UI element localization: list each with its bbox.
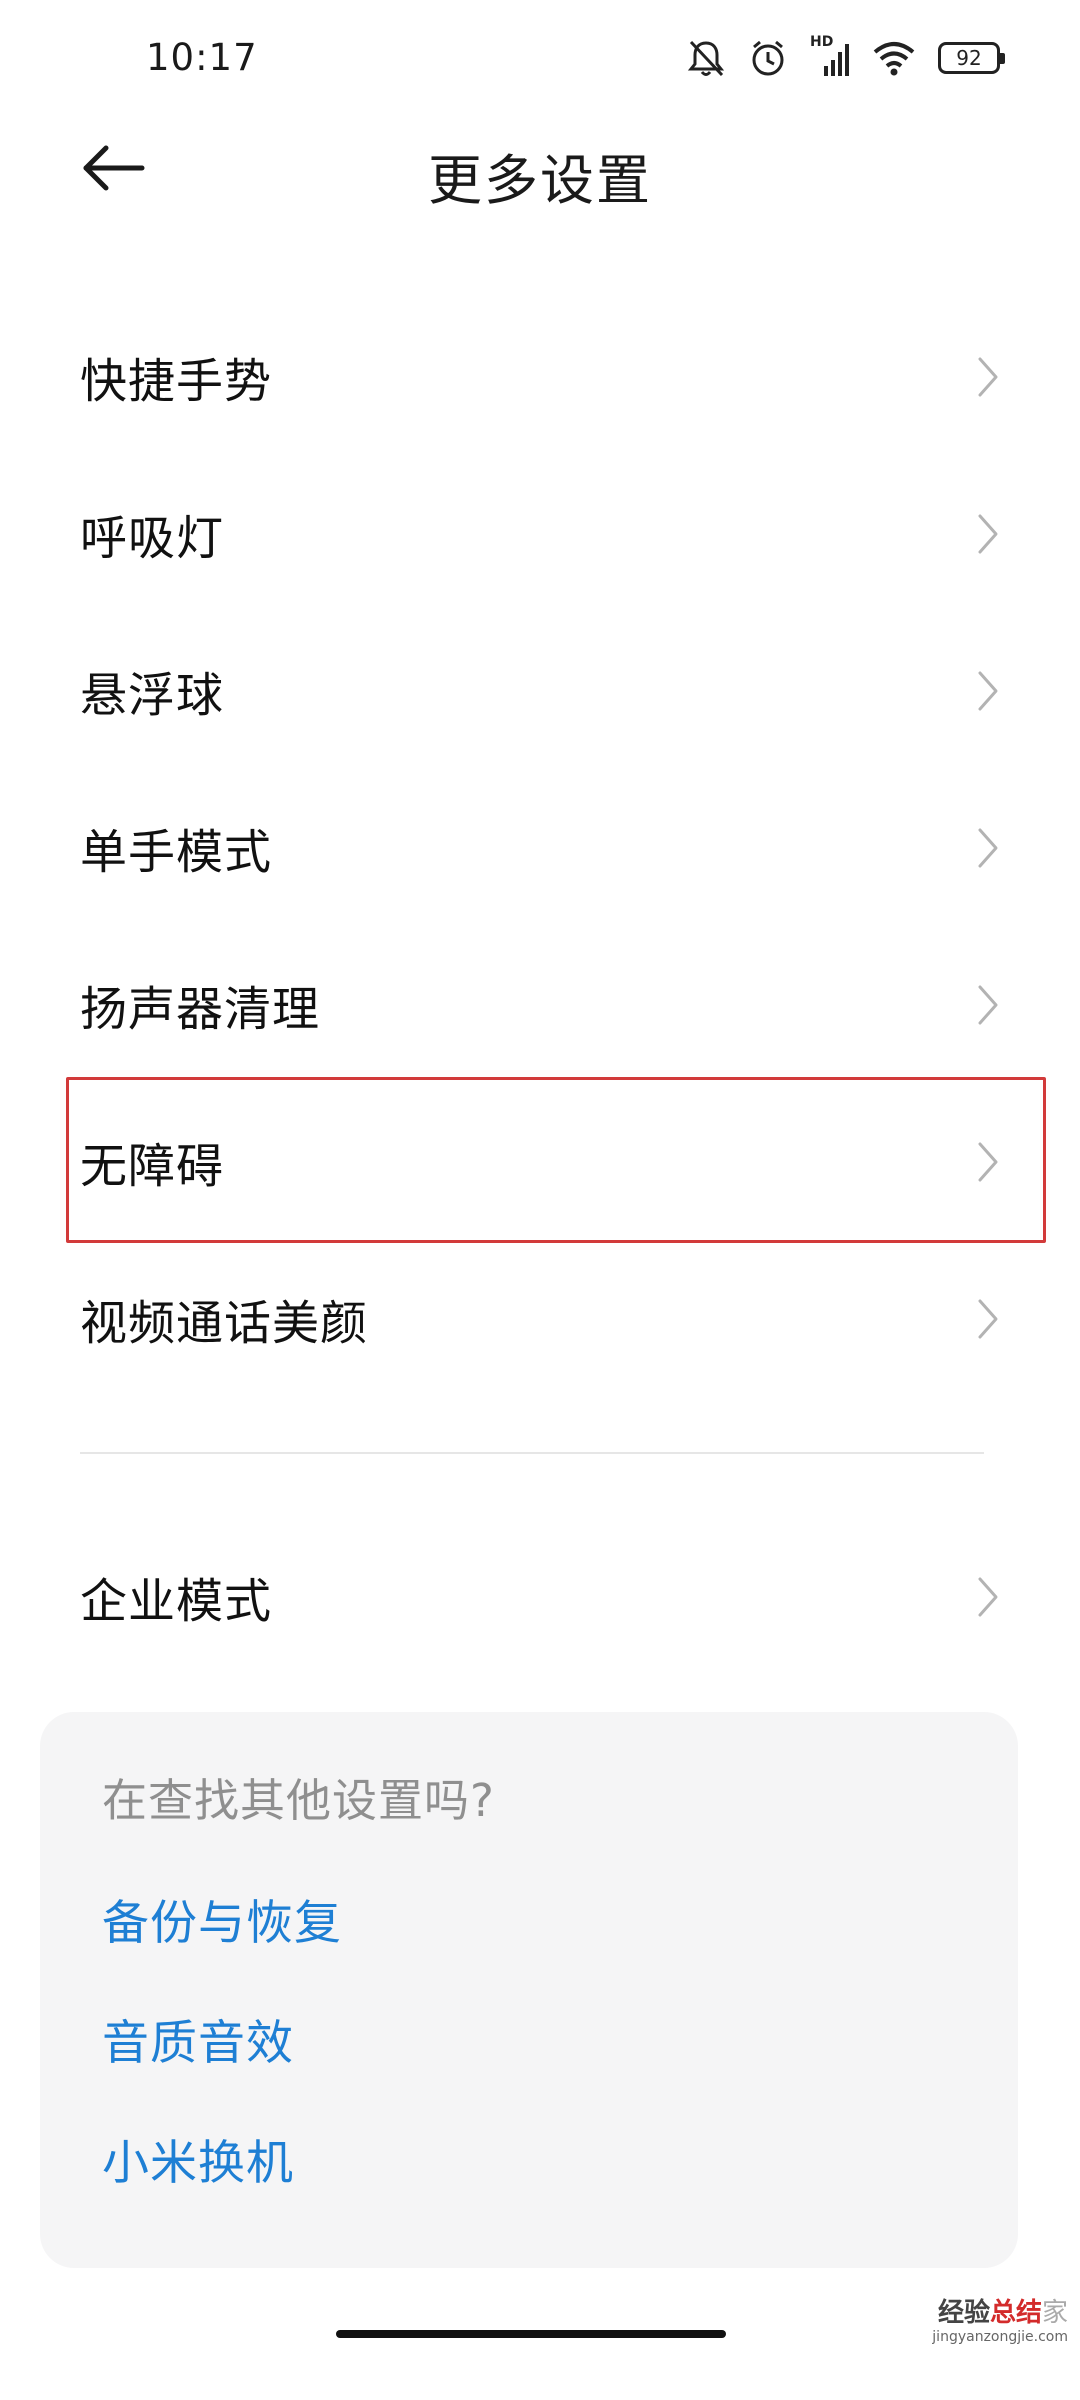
menu-item-label: 无障碍 (80, 1139, 224, 1195)
suggestion-card: 在查找其他设置吗? 备份与恢复 音质音效 小米换机 (40, 1712, 1018, 2268)
chevron-right-icon (978, 671, 998, 711)
menu-item-speaker-cleaning[interactable]: 扬声器清理 (0, 926, 1080, 1084)
menu-item-label: 扬声器清理 (80, 982, 320, 1038)
home-indicator[interactable] (336, 2330, 726, 2338)
chevron-right-icon (978, 1577, 998, 1617)
chevron-right-icon (978, 1142, 998, 1182)
menu-item-label: 企业模式 (80, 1574, 272, 1630)
menu-item-label: 快捷手势 (80, 354, 272, 410)
suggestion-link-mi-mover[interactable]: 小米换机 (102, 2124, 294, 2193)
watermark-part-2: 总结 (989, 2298, 1042, 2328)
chevron-right-icon (978, 985, 998, 1025)
menu-item-one-handed-mode[interactable]: 单手模式 (0, 769, 1080, 927)
hd-label: HD (810, 34, 834, 50)
page-title: 更多设置 (428, 149, 652, 212)
watermark-part-3: 家 (1041, 2298, 1068, 2328)
status-time: 10:17 (146, 36, 258, 79)
suggestion-link-sound-effects[interactable]: 音质音效 (102, 2004, 294, 2073)
menu-item-label: 悬浮球 (80, 668, 224, 724)
mute-bell-icon (686, 37, 726, 79)
wifi-icon (872, 40, 916, 76)
menu-item-video-call-beauty[interactable]: 视频通话美颜 (0, 1240, 1080, 1398)
chevron-right-icon (978, 357, 998, 397)
menu-item-floating-ball[interactable]: 悬浮球 (0, 612, 1080, 770)
signal-icon: HD (810, 34, 850, 78)
status-bar: 10:17 HD 92 (0, 0, 1080, 120)
menu-item-quick-gestures[interactable]: 快捷手势 (0, 298, 1080, 456)
menu-item-label: 视频通话美颜 (80, 1296, 368, 1352)
chevron-right-icon (978, 828, 998, 868)
menu-item-accessibility[interactable]: 无障碍 (0, 1083, 1080, 1241)
watermark-part-1: 经验 (937, 2298, 990, 2328)
chevron-right-icon (978, 1299, 998, 1339)
chevron-right-icon (978, 514, 998, 554)
battery-icon: 92 (938, 42, 1005, 74)
watermark-main: 经验总结家 (932, 2298, 1068, 2328)
watermark-url: jingyanzongjie.com (932, 2329, 1068, 2345)
battery-level: 92 (956, 46, 982, 70)
alarm-icon (748, 37, 788, 79)
suggestion-link-backup-restore[interactable]: 备份与恢复 (102, 1884, 342, 1953)
header: 更多设置 (0, 120, 1080, 220)
divider (80, 1452, 984, 1454)
menu-item-breathing-light[interactable]: 呼吸灯 (0, 455, 1080, 613)
menu-item-label: 单手模式 (80, 825, 272, 881)
menu-item-enterprise-mode[interactable]: 企业模式 (0, 1518, 1080, 1676)
suggestion-title: 在查找其他设置吗? (102, 1774, 495, 1827)
watermark: 经验总结家 jingyanzongjie.com (932, 2298, 1068, 2346)
menu-item-label: 呼吸灯 (80, 511, 224, 567)
status-icons: HD 92 (686, 34, 1005, 82)
